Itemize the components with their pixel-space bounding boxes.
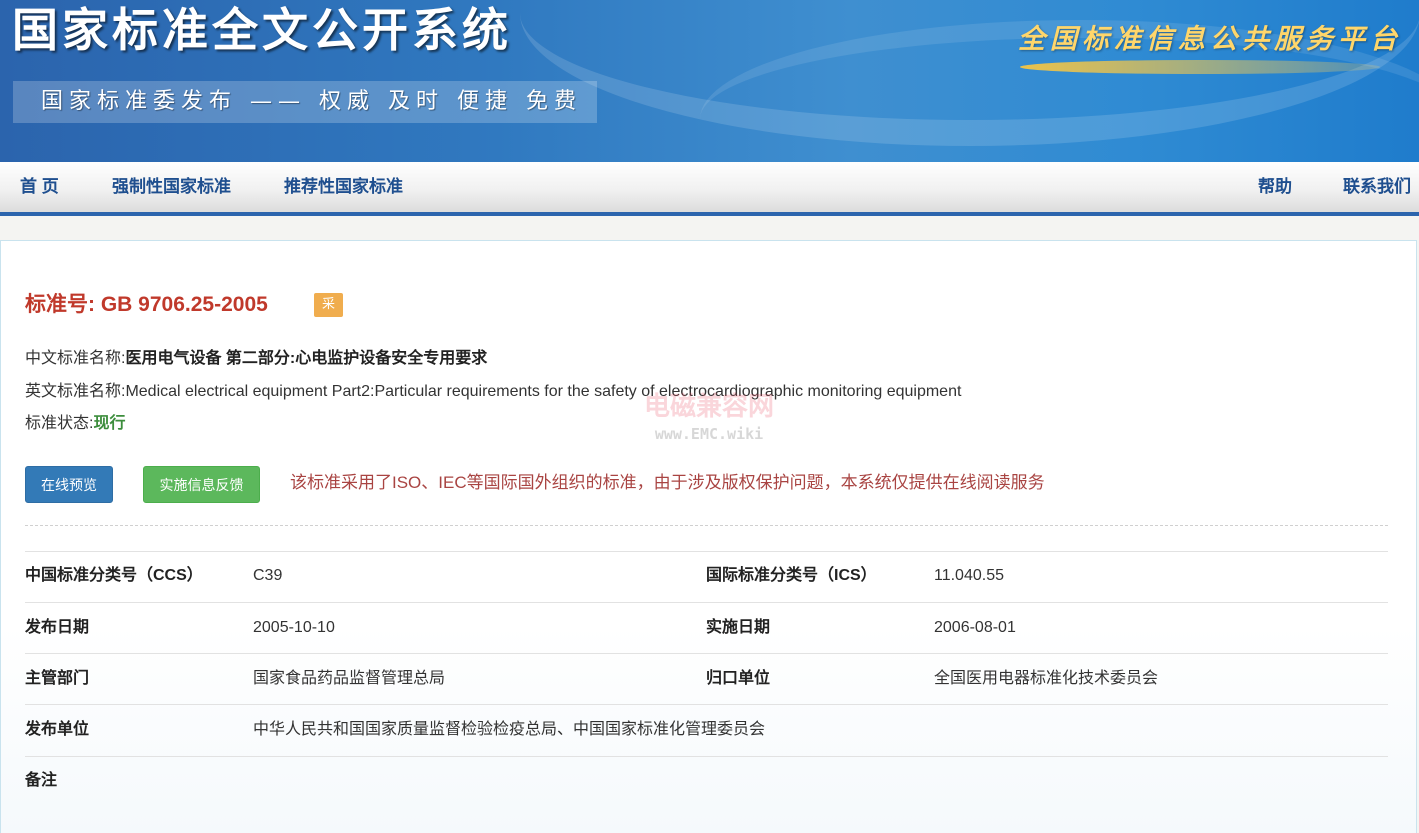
status-badge: 现行: [93, 415, 126, 432]
cn-name-label: 中文标准名称:: [25, 350, 126, 367]
nav-recommended-standards[interactable]: 推荐性国家标准: [284, 162, 403, 212]
department-value: 国家食品药品监督管理总局: [253, 670, 446, 687]
table-divider: [25, 653, 1388, 654]
status-row: 标准状态:现行: [25, 412, 125, 436]
main-nav: 首 页 强制性国家标准 推荐性国家标准 帮助 联系我们: [0, 162, 1419, 216]
ics-label: 国际标准分类号（ICS）: [706, 567, 877, 584]
online-preview-button[interactable]: 在线预览: [25, 466, 113, 503]
cn-name-row: 中文标准名称:医用电气设备 第二部分:心电监护设备安全专用要求: [25, 347, 487, 371]
publish-date-value: 2005-10-10: [253, 619, 335, 636]
nav-help[interactable]: 帮助: [1258, 162, 1292, 212]
department-label: 主管部门: [25, 670, 90, 687]
technical-committee-label: 归口单位: [706, 670, 771, 687]
ics-value: 11.040.55: [934, 567, 1004, 584]
implement-date-label: 实施日期: [706, 619, 771, 636]
standard-number-label: 标准号:: [25, 293, 95, 316]
header-banner: 国家标准全文公开系统 国家标准委发布 —— 权威 及时 便捷 免费 全国标准信息…: [0, 0, 1419, 162]
standard-detail-panel: [0, 240, 1417, 833]
publish-date-label: 发布日期: [25, 619, 90, 636]
issuer-label: 发布单位: [25, 721, 90, 738]
remark-label: 备注: [25, 772, 58, 789]
site-slogan: 国家标准委发布 —— 权威 及时 便捷 免费: [13, 81, 597, 123]
ccs-label: 中国标准分类号（CCS）: [25, 567, 203, 584]
issuer-value: 中华人民共和国国家质量监督检验检疫总局、中国国家标准化管理委员会: [253, 721, 766, 738]
en-name-value: Medical electrical equipment Part2:Parti…: [125, 383, 962, 400]
implementation-feedback-button[interactable]: 实施信息反馈: [143, 466, 260, 503]
standard-number: GB 9706.25-2005: [100, 293, 268, 316]
en-name-row: 英文标准名称:Medical electrical equipment Part…: [25, 380, 961, 404]
adopted-badge: 采: [314, 293, 343, 317]
cn-name-value: 医用电气设备 第二部分:心电监护设备安全专用要求: [125, 350, 488, 367]
en-name-label: 英文标准名称:: [25, 383, 126, 400]
table-divider: [25, 602, 1388, 603]
nav-contact-us[interactable]: 联系我们: [1343, 162, 1411, 212]
table-divider: [25, 756, 1388, 757]
banner-gold-swoosh: [1020, 60, 1380, 74]
section-divider: [25, 525, 1388, 526]
status-label: 标准状态:: [25, 415, 94, 432]
table-divider: [25, 551, 1388, 552]
technical-committee-value: 全国医用电器标准化技术委员会: [934, 670, 1159, 687]
platform-name: 全国标准信息公共服务平台: [1018, 24, 1402, 55]
site-title: 国家标准全文公开系统: [12, 3, 512, 57]
nav-mandatory-standards[interactable]: 强制性国家标准: [112, 162, 231, 212]
copyright-notice: 该标准采用了ISO、IEC等国际国外组织的标准，由于涉及版权保护问题，本系统仅提…: [290, 473, 1045, 492]
nav-home[interactable]: 首 页: [20, 162, 59, 212]
ccs-value: C39: [253, 567, 283, 584]
table-divider: [25, 704, 1388, 705]
implement-date-value: 2006-08-01: [934, 619, 1016, 636]
standard-number-heading: 标准号: GB 9706.25-2005: [25, 290, 268, 320]
